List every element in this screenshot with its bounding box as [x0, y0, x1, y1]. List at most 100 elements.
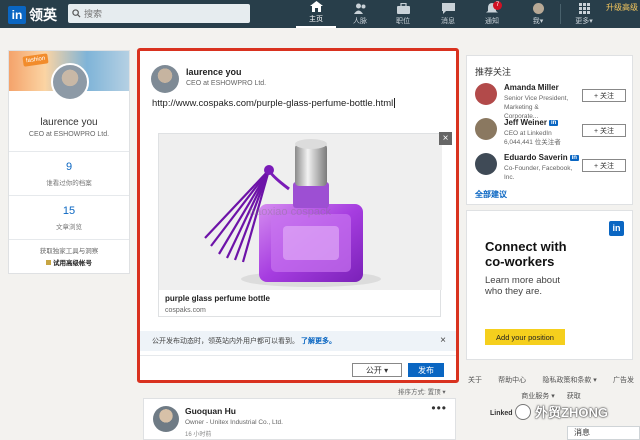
suggestion-item: Jeff Weiner in CEO at LinkedIn 6,044,441 … — [467, 118, 632, 154]
text-cursor — [394, 98, 396, 109]
suggestion-avatar[interactable] — [475, 118, 497, 140]
profile-views-count[interactable]: 9 — [9, 161, 129, 173]
ad-heading-line2: co-workers — [485, 254, 555, 269]
add-position-button[interactable]: Add your position — [485, 329, 565, 345]
footer-brand: Linked — [490, 410, 513, 417]
article-views-count[interactable]: 15 — [9, 205, 129, 217]
nav-messages-label: 消息 — [441, 18, 455, 25]
people-icon — [353, 3, 367, 14]
follow-button[interactable]: + 关注 — [582, 124, 626, 137]
suggestion-name-row[interactable]: Jeff Weiner in — [504, 118, 559, 127]
messaging-tab[interactable]: 消息 — [567, 426, 640, 440]
try-premium-label: 试用高级帐号 — [53, 260, 92, 267]
post-composer: laurence you CEO at ESHOWPRO Ltd. http:/… — [137, 48, 459, 383]
remove-preview-button[interactable]: × — [439, 132, 452, 145]
nav-me[interactable]: 我▾ — [518, 0, 558, 28]
suggestion-title: Co-Founder, Facebook, Inc. — [504, 165, 573, 181]
linkedin-ad-icon: in — [609, 221, 624, 236]
grid-icon — [577, 3, 591, 14]
profile-title: CEO at ESHOWPRO Ltd. — [28, 131, 110, 138]
suggestion-name: Eduardo Saverin — [504, 153, 568, 162]
home-icon — [309, 1, 323, 12]
footer-link-ads[interactable]: 广告发 — [613, 375, 634, 385]
premium-tools-text: 获取独家工具与洞察 — [39, 248, 99, 255]
wechat-icon — [515, 403, 531, 420]
follow-button[interactable]: + 关注 — [582, 89, 626, 102]
suggestion-name: Jeff Weiner — [504, 118, 547, 127]
nav-notifications-label: 通知 — [485, 18, 499, 25]
post-button[interactable]: 发布 — [408, 363, 444, 377]
nav-more-label: 更多▾ — [575, 18, 593, 25]
more-options-icon[interactable]: ••• — [431, 401, 447, 415]
suggestion-title: CEO at LinkedIn 6,044,441 位关注者 — [504, 130, 561, 146]
feed-author-title: Owner - Unitex Industrial Co., Ltd. — [185, 419, 283, 426]
preview-image: haoxiao cospack — [159, 134, 442, 290]
suggestion-item: Eduardo Saverin in Co-Founder, Facebook, … — [467, 153, 632, 189]
nav-notifications[interactable]: 7 通知 — [472, 0, 512, 28]
search-box[interactable] — [68, 4, 250, 23]
linkedin-badge-icon: in — [569, 154, 579, 161]
try-premium-link[interactable]: 试用高级帐号 — [9, 257, 129, 267]
suggestion-title: Senior Vice President, Marketing & Corpo… — [504, 95, 569, 120]
suggestion-item: Amanda Miller Senior Vice President, Mar… — [467, 83, 632, 120]
suggestion-avatar[interactable] — [475, 83, 497, 105]
composer-text-input[interactable]: http://www.cospaks.com/purple-glass-perf… — [152, 98, 396, 109]
watermark-overlay: 外贸ZHONG — [515, 402, 608, 421]
profile-name[interactable]: laurence you — [9, 117, 129, 128]
learn-more-link[interactable]: 了解更多。 — [301, 336, 336, 346]
preview-title: purple glass perfume bottle — [165, 294, 270, 303]
follow-button[interactable]: + 关注 — [582, 159, 626, 172]
follow-heading: 推荐关注 — [475, 67, 512, 77]
sort-dropdown[interactable]: 排序方式: 置顶 ▾ — [398, 386, 446, 396]
nav-more[interactable]: 更多▾ — [564, 0, 604, 28]
ad-subtext-line1: Learn more about — [485, 275, 560, 286]
footer-link-get-app[interactable]: 获取 — [567, 391, 581, 401]
cover-tag: fashion — [22, 53, 49, 67]
notice-text: 公开发布动态时，领英站内外用户都可以看到。 — [152, 338, 299, 345]
ad-heading-line1: Connect with — [485, 239, 567, 254]
nav-divider — [560, 4, 561, 24]
ad-subtext: Learn more about who they are. — [485, 275, 560, 297]
feed-post-time: 16 小时前 — [185, 432, 212, 438]
visibility-dropdown[interactable]: 公开 ▾ — [352, 363, 402, 377]
nav-home[interactable]: 主页 — [296, 0, 336, 28]
composer-url-text: http://www.cospaks.com/purple-glass-perf… — [152, 98, 394, 109]
preview-domain: cospaks.com — [165, 307, 206, 314]
linkedin-badge-icon: in — [548, 119, 559, 126]
ad-card: in Connect with co-workers Learn more abo… — [466, 210, 633, 360]
follow-suggestions-card: 推荐关注 Amanda Miller Senior Vice President… — [466, 55, 633, 205]
search-icon — [72, 9, 81, 18]
top-navbar: in 领英 主页 人脉 职位 消息 7 通知 我▾ 更多▾ 升级高级 — [0, 0, 640, 28]
feed-author-name[interactable]: Guoquan Hu — [185, 406, 236, 416]
footer-link-privacy[interactable]: 隐私政策和条款 ▾ — [542, 375, 596, 385]
notice-close-icon[interactable]: × — [440, 335, 446, 346]
nav-me-label: 我▾ — [532, 18, 544, 25]
upgrade-premium-link[interactable]: 升级高级 — [606, 2, 640, 13]
footer-link-help[interactable]: 帮助中心 — [498, 375, 526, 385]
linkedin-logo[interactable]: in 领英 — [8, 5, 57, 25]
composer-avatar — [151, 65, 179, 93]
profile-avatar[interactable] — [51, 63, 89, 101]
nav-network-label: 人脉 — [353, 18, 367, 25]
article-views-label[interactable]: 文章浏览 — [9, 221, 129, 231]
link-preview-card[interactable]: haoxiao cospack × purple glass perfume b… — [158, 132, 452, 317]
nav-jobs-label: 职位 — [396, 18, 410, 25]
all-suggestions-link[interactable]: 全部建议 — [475, 189, 507, 200]
footer-link-about[interactable]: 关于 — [468, 375, 482, 385]
composer-author-title: CEO at ESHOWPRO Ltd. — [186, 80, 267, 87]
footer-link-business[interactable]: 商业服务 ▾ — [521, 391, 554, 401]
profile-divider — [9, 151, 129, 152]
suggestion-name[interactable]: Amanda Miller — [504, 83, 559, 92]
profile-divider — [9, 195, 129, 196]
nav-messages[interactable]: 消息 — [428, 0, 468, 28]
feed-post-card: Guoquan Hu Owner - Unitex Industrial Co.… — [143, 398, 456, 440]
nav-jobs[interactable]: 职位 — [383, 0, 423, 28]
nav-network[interactable]: 人脉 — [340, 0, 380, 28]
ad-heading: Connect with co-workers — [485, 239, 567, 269]
suggestion-name-row[interactable]: Eduardo Saverin in — [504, 153, 579, 162]
search-input[interactable] — [84, 8, 234, 19]
composer-author-name: laurence you — [186, 67, 242, 77]
feed-author-avatar[interactable] — [153, 406, 179, 432]
suggestion-avatar[interactable] — [475, 153, 497, 175]
profile-views-label[interactable]: 谁看过你的档案 — [9, 177, 129, 187]
